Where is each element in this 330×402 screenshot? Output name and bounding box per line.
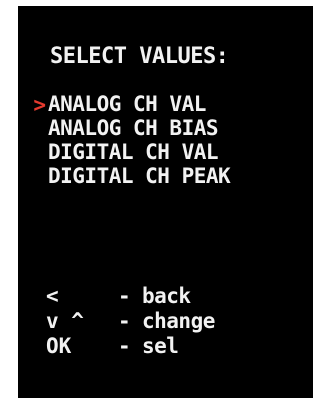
menu-item-label: DIGITAL CH PEAK [48,164,231,188]
help-separator: - [118,334,131,358]
menu-title: SELECT VALUES: [50,44,229,69]
help-description: back [142,284,191,308]
back-key-icon: < [46,284,59,308]
help-separator: - [118,309,131,333]
osd-screen: SELECT VALUES: > ANALOG CH VAL ANALOG CH… [18,6,313,398]
selection-cursor-icon: > [33,93,46,117]
ok-key-label: OK [46,334,72,358]
up-down-key-icon: v ^ [46,309,84,333]
menu-item-label: ANALOG CH BIAS [48,116,219,140]
menu-item-label: ANALOG CH VAL [48,92,206,116]
help-description: change [142,309,215,333]
help-description: sel [142,334,179,358]
help-separator: - [118,284,131,308]
menu-item-label: DIGITAL CH VAL [48,140,219,164]
device-frame: SELECT VALUES: > ANALOG CH VAL ANALOG CH… [0,0,330,402]
